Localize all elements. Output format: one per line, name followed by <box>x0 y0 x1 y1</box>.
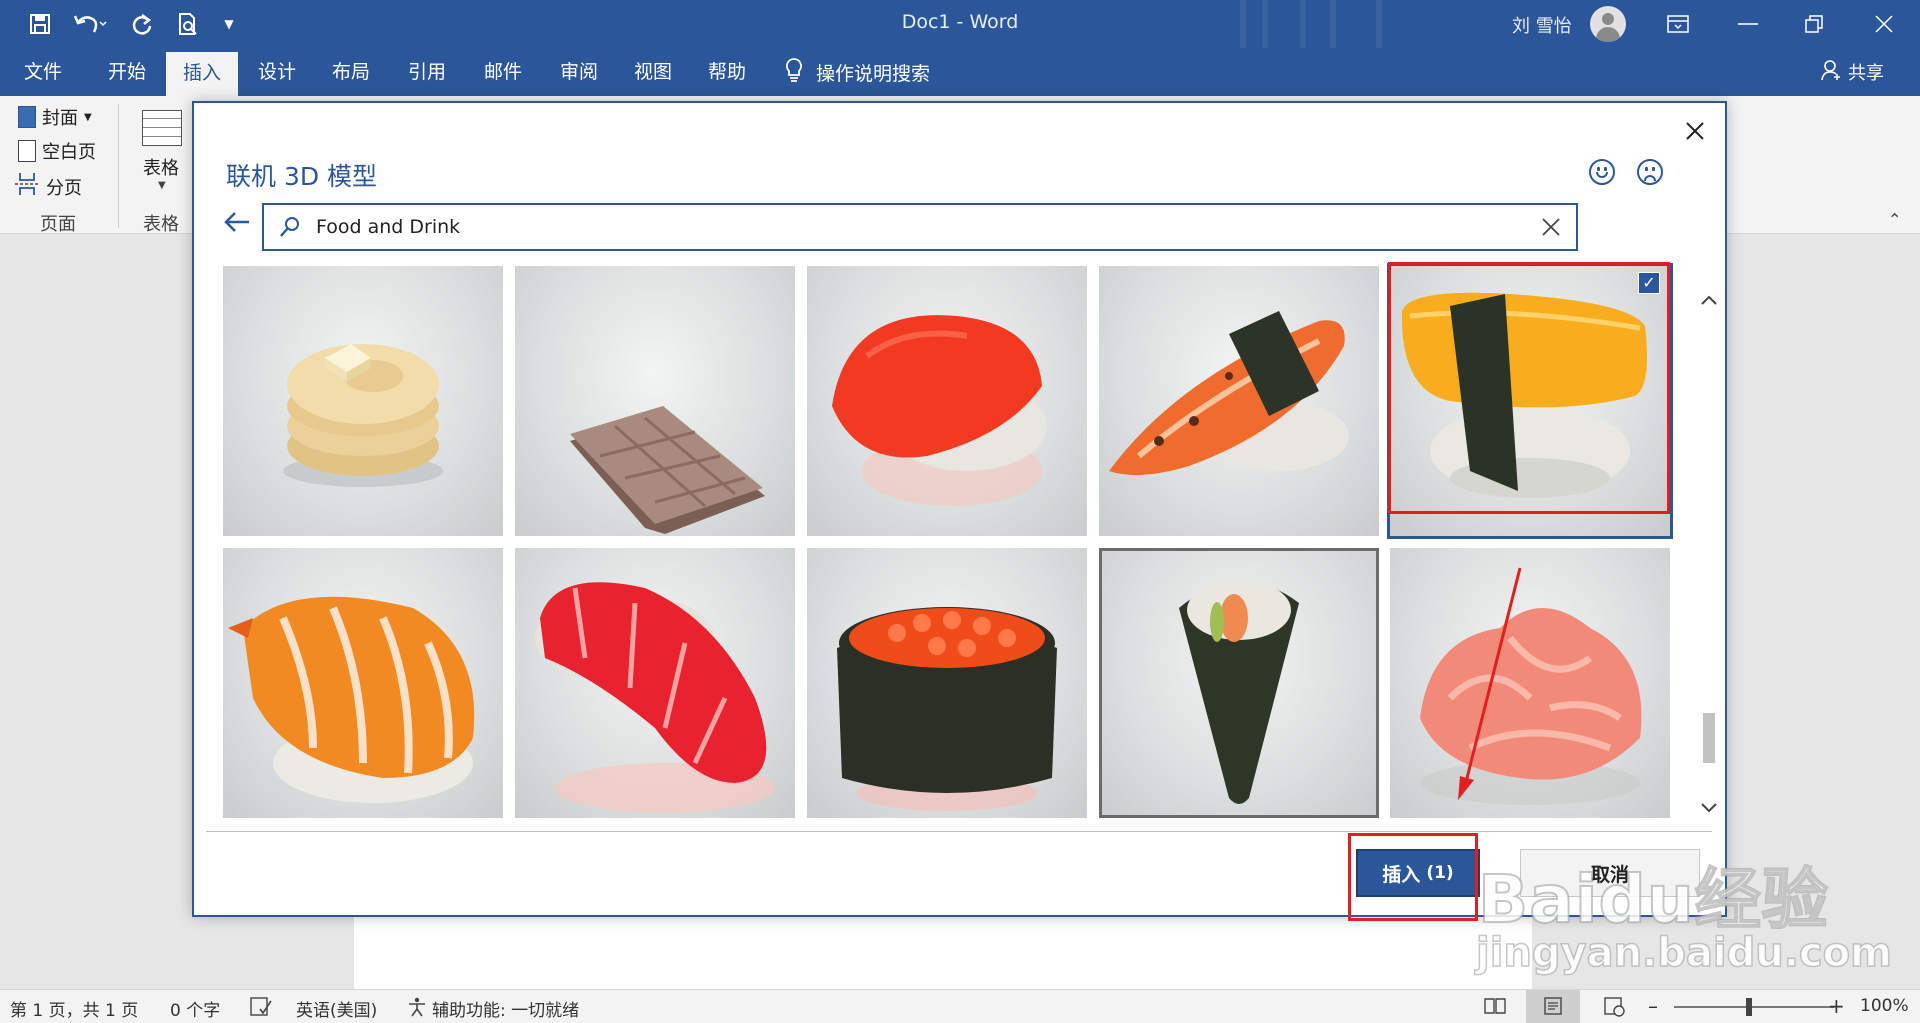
model-tile-pancakes[interactable] <box>223 266 503 536</box>
model-tile-shrimp-nigiri[interactable] <box>223 548 503 818</box>
table-button-label[interactable]: 表格 <box>143 154 179 180</box>
zoom-out-button[interactable]: – <box>1648 994 1658 1018</box>
scrollbar[interactable] <box>1694 267 1724 835</box>
chevron-down-icon: ▼ <box>158 180 166 191</box>
tuna-nigiri-image <box>535 582 775 813</box>
close-icon[interactable] <box>1860 4 1908 44</box>
model-tile-pickled-ginger[interactable] <box>1390 548 1670 818</box>
zoom-slider-thumb[interactable] <box>1746 998 1752 1016</box>
tamago-nigiri-image <box>1401 292 1648 498</box>
word-count[interactable]: 0 个字 <box>170 996 220 1021</box>
status-bar: 第 1 页，共 1 页 0 个字 英语(美国) 辅助功能: 一切就绪 – + 1… <box>0 989 1920 1023</box>
person-add-icon <box>1820 59 1842 86</box>
tell-me-label: 操作说明搜索 <box>816 62 931 85</box>
accessibility-icon <box>406 997 428 1022</box>
eel-nigiri-image <box>1109 311 1349 475</box>
restore-icon[interactable] <box>1790 4 1838 44</box>
zoom-level[interactable]: 100% <box>1860 996 1909 1016</box>
pancakes-image <box>283 344 443 487</box>
back-arrow-icon[interactable] <box>220 205 254 239</box>
chevron-down-icon[interactable] <box>1697 795 1721 819</box>
web-layout-icon[interactable] <box>1604 997 1626 1022</box>
page-break-button[interactable]: 分页 <box>14 172 82 201</box>
tab-design[interactable]: 设计 <box>244 48 310 96</box>
ribbon-tabs: 文件 开始 插入 设计 布局 引用 邮件 审阅 视图 帮助 操作说明搜索 共享 <box>0 48 1920 96</box>
tell-me-search[interactable]: 操作说明搜索 <box>784 48 930 96</box>
divider <box>118 104 119 228</box>
zoom-in-button[interactable]: + <box>1828 994 1845 1018</box>
blank-page-button[interactable]: 空白页 <box>18 138 96 164</box>
page-break-icon <box>14 172 40 201</box>
close-icon[interactable] <box>1677 113 1713 149</box>
tab-view[interactable]: 视图 <box>620 48 686 96</box>
tab-help[interactable]: 帮助 <box>694 48 760 96</box>
selected-check-icon[interactable]: ✓ <box>1638 272 1660 294</box>
title-bar: ▼ Doc1 - Word 刘 雪怡 <box>0 0 1920 48</box>
cover-page-icon <box>18 106 36 128</box>
watermark-url: jingyan.baidu.com <box>1475 929 1892 977</box>
user-name[interactable]: 刘 雪怡 <box>1512 12 1572 38</box>
read-mode-icon[interactable] <box>1484 997 1506 1020</box>
model-tile-ikura-gunkan[interactable] <box>807 548 1087 818</box>
table-group-label: 表格 <box>143 214 179 235</box>
collapse-ribbon-icon[interactable]: ⌃ <box>1888 210 1901 229</box>
online-3d-models-dialog: 联机 3D 模型 Food and Drink ✓ <box>192 101 1727 917</box>
tab-layout[interactable]: 布局 <box>318 48 384 96</box>
insert-button[interactable]: 插入 (1) <box>1356 849 1480 897</box>
document-title: Doc1 - Word <box>901 11 1019 33</box>
page-break-label: 分页 <box>46 177 82 199</box>
dialog-title: 联机 3D 模型 <box>226 162 378 191</box>
page-info[interactable]: 第 1 页，共 1 页 <box>10 996 138 1021</box>
lightbulb-icon <box>784 57 804 88</box>
model-tile-tamago-nigiri[interactable]: ✓ <box>1387 263 1673 539</box>
insert-count: (1) <box>1426 863 1454 883</box>
smile-feedback-icon[interactable] <box>1589 159 1615 185</box>
zoom-slider[interactable] <box>1674 1006 1834 1008</box>
scrollbar-thumb[interactable] <box>1703 713 1715 763</box>
table-icon[interactable] <box>142 110 182 146</box>
watermark-logo: Baidu经验 <box>1477 860 1829 939</box>
model-tile-salmon-nigiri[interactable] <box>807 266 1087 536</box>
pickled-ginger-image <box>1420 608 1642 805</box>
model-tile-chocolate[interactable] <box>515 266 795 536</box>
divider <box>206 831 1712 832</box>
tab-insert[interactable]: 插入 <box>166 52 238 96</box>
search-box[interactable] <box>262 203 1578 251</box>
tab-review[interactable]: 审阅 <box>546 48 612 96</box>
clear-search-icon[interactable] <box>1536 212 1566 242</box>
ikura-gunkan-image <box>837 607 1057 811</box>
print-layout-icon[interactable] <box>1526 990 1580 1023</box>
search-input[interactable] <box>316 213 1496 241</box>
chevron-up-icon[interactable] <box>1697 287 1721 311</box>
tab-mailings[interactable]: 邮件 <box>470 48 536 96</box>
share-button[interactable]: 共享 <box>1820 48 1884 96</box>
shrimp-nigiri-image <box>228 596 475 803</box>
model-tile-temaki[interactable] <box>1099 548 1379 818</box>
insert-label: 插入 <box>1382 863 1421 886</box>
pages-group-label: 页面 <box>40 214 76 235</box>
ribbon-display-icon[interactable] <box>1654 4 1702 44</box>
tab-references[interactable]: 引用 <box>394 48 460 96</box>
chevron-down-icon: ▼ <box>84 111 92 123</box>
model-tile-tuna-nigiri[interactable] <box>515 548 795 818</box>
salmon-nigiri-image <box>832 315 1047 506</box>
temaki-image <box>1179 580 1299 804</box>
search-icon <box>280 217 299 237</box>
proofing-icon[interactable] <box>250 997 272 1022</box>
minimize-icon[interactable] <box>1724 4 1772 44</box>
tab-home[interactable]: 开始 <box>94 48 160 96</box>
model-tile-eel-nigiri[interactable] <box>1099 266 1379 536</box>
accessibility-status[interactable]: 辅助功能: 一切就绪 <box>432 996 579 1021</box>
language[interactable]: 英语(美国) <box>296 996 377 1021</box>
cover-page-label: 封面 <box>42 108 78 129</box>
blank-page-icon <box>18 140 36 162</box>
cover-page-button[interactable]: 封面 ▼ <box>18 104 92 130</box>
avatar[interactable] <box>1590 6 1626 42</box>
tab-file[interactable]: 文件 <box>12 48 74 96</box>
blank-page-label: 空白页 <box>42 142 96 163</box>
share-label: 共享 <box>1848 63 1884 84</box>
frown-feedback-icon[interactable] <box>1637 159 1663 185</box>
chocolate-image <box>570 406 765 534</box>
